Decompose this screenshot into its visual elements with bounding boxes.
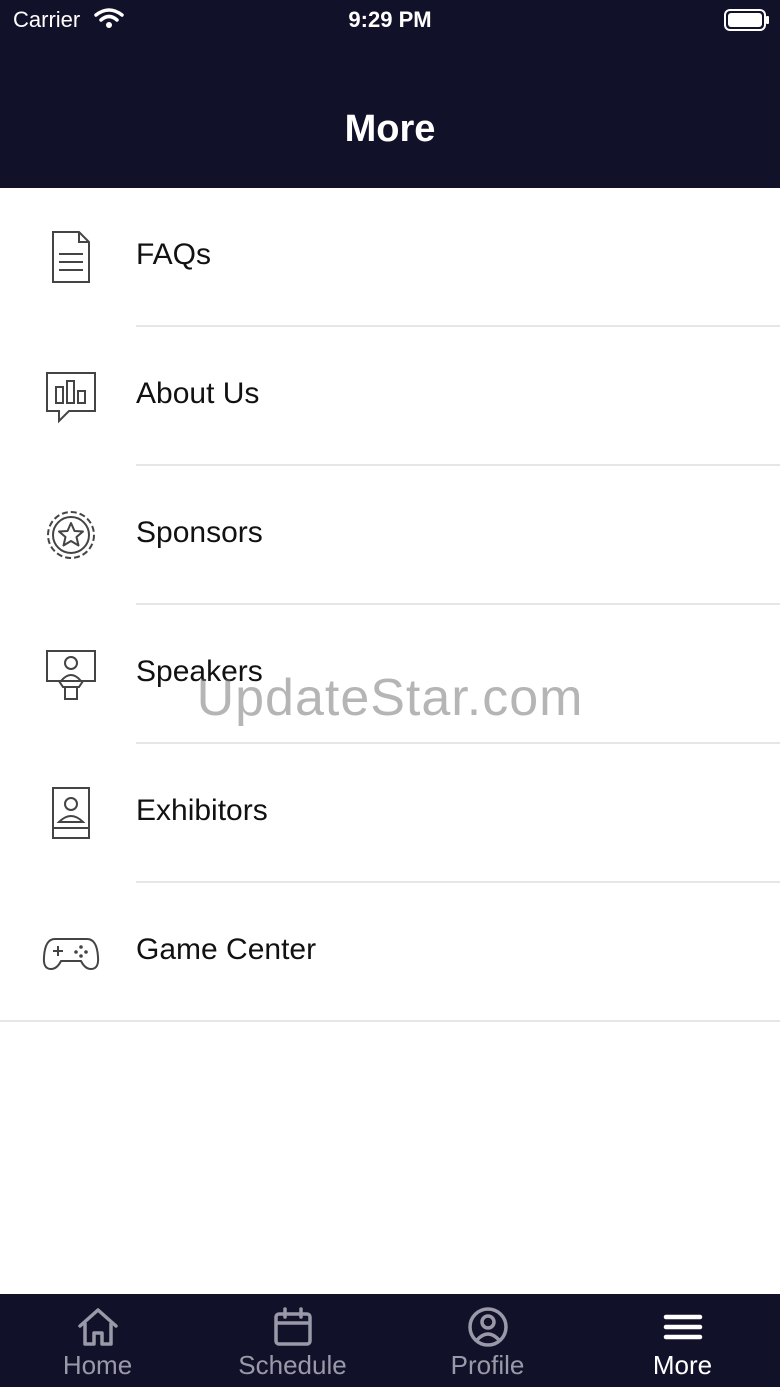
menu-item-label: Game Center — [136, 933, 317, 966]
tab-label: Schedule — [238, 1350, 347, 1380]
document-icon — [52, 231, 90, 283]
profile-icon — [468, 1307, 508, 1347]
tab-label: Home — [62, 1350, 133, 1380]
home-icon — [78, 1308, 118, 1346]
tab-bar: Home Schedule Profile More — [0, 1294, 780, 1387]
tab-profile[interactable]: Profile — [390, 1294, 585, 1387]
tab-more[interactable]: More — [585, 1294, 780, 1387]
tab-label: Profile — [450, 1350, 525, 1380]
gamepad-icon — [42, 938, 100, 970]
tab-schedule[interactable]: Schedule — [195, 1294, 390, 1387]
menu-icon — [663, 1314, 703, 1340]
tab-home[interactable]: Home — [0, 1294, 195, 1387]
speaker-podium-icon — [46, 650, 96, 700]
page-title: More — [344, 108, 436, 150]
star-badge-icon — [47, 511, 95, 559]
battery-icon — [724, 9, 769, 31]
menu-item-faqs[interactable]: FAQs — [52, 188, 780, 327]
calendar-icon — [274, 1307, 312, 1346]
header: Carrier 9:29 PM More — [0, 0, 780, 188]
menu-item-speakers[interactable]: Speakers — [46, 605, 780, 744]
menu-item-about-us[interactable]: About Us — [46, 327, 780, 466]
chat-chart-icon — [46, 372, 96, 424]
exhibitor-booth-icon — [52, 787, 90, 839]
menu-item-game-center[interactable]: Game Center — [0, 883, 780, 1022]
status-time: 9:29 PM — [348, 7, 432, 32]
menu-item-label: FAQs — [136, 238, 212, 271]
menu-item-label: Speakers — [136, 655, 263, 688]
menu-item-exhibitors[interactable]: Exhibitors — [52, 744, 780, 883]
menu-item-label: Exhibitors — [136, 794, 268, 827]
menu-item-label: Sponsors — [136, 516, 263, 549]
menu-item-label: About Us — [136, 377, 260, 410]
menu-item-sponsors[interactable]: Sponsors — [47, 466, 780, 605]
tab-label: More — [652, 1350, 713, 1380]
more-menu: FAQs About Us Sponsors Speakers Exhibito… — [0, 188, 780, 1022]
